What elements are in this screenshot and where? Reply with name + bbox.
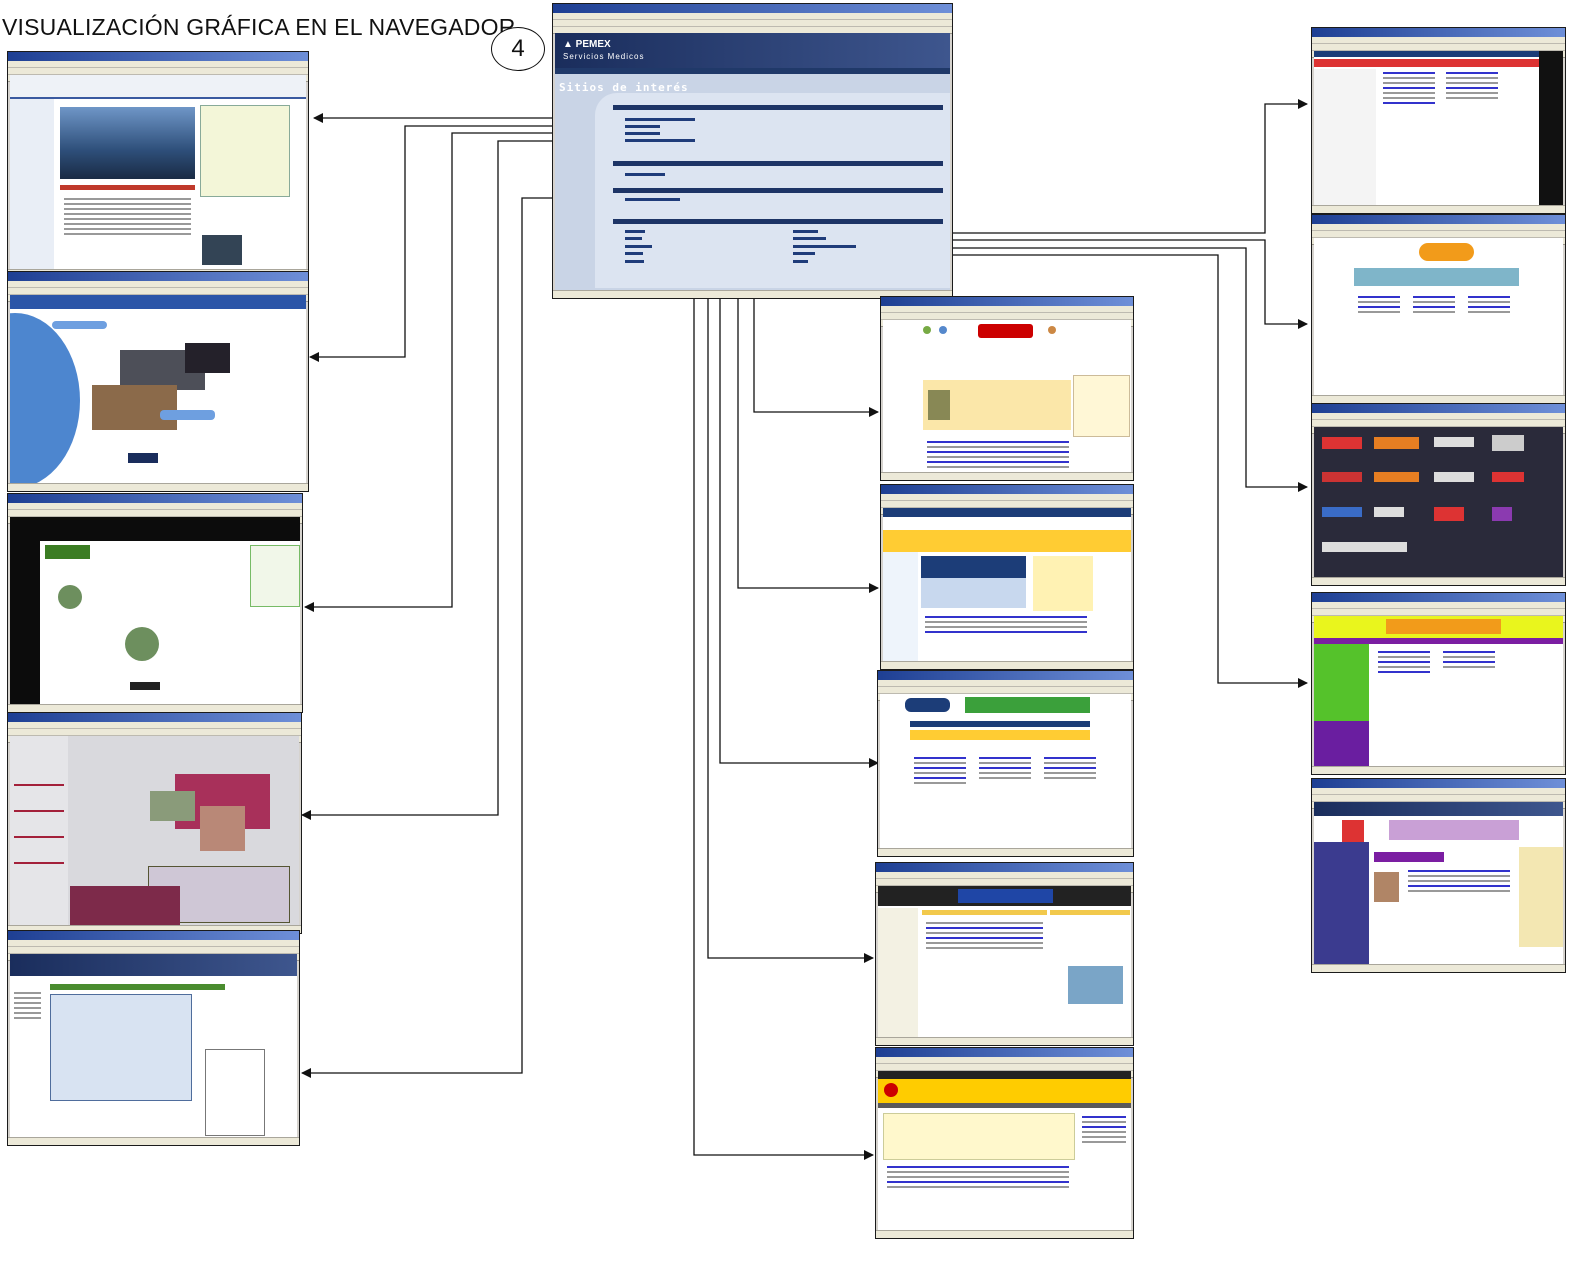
screenshot-pemex-exploracion: [7, 51, 309, 278]
screenshot-cnet: [875, 1047, 1134, 1239]
screenshot-excite: [875, 862, 1134, 1046]
screenshot-pemex-gas: [7, 712, 302, 934]
main-portal-window: ▲ PEMEX Servicios Medicos Sitios de inter…: [552, 3, 953, 299]
screenshot-msn: [1311, 778, 1566, 973]
arrow-to-cnet: [642, 262, 874, 1160]
screenshot-secretaria-salud: [7, 930, 300, 1146]
screenshot-pemex-petroquimica: [7, 493, 303, 713]
arrow-to-salud: [301, 197, 622, 1078]
screenshot-pemex-refinacion: [7, 271, 309, 492]
arrow-to-excite: [641, 255, 874, 963]
screenshot-altavista: [877, 670, 1134, 857]
page-title: VISUALIZACIÓN GRÁFICA EN EL NAVEGADOR: [2, 14, 516, 40]
screenshot-infoseek: [1311, 27, 1566, 214]
screenshot-yahoo: [880, 296, 1134, 481]
screenshot-pathfinder: [1311, 403, 1566, 586]
pemex-header: ▲ PEMEX Servicios Medicos: [555, 33, 950, 68]
screenshot-hotbot: [1311, 592, 1566, 775]
screenshot-webcrawler: [1311, 214, 1566, 404]
arrow-to-altavista: [650, 247, 879, 768]
screenshot-lycos: [880, 484, 1134, 670]
window-title-bar: [553, 4, 952, 13]
step-number-badge: 4: [491, 27, 545, 71]
